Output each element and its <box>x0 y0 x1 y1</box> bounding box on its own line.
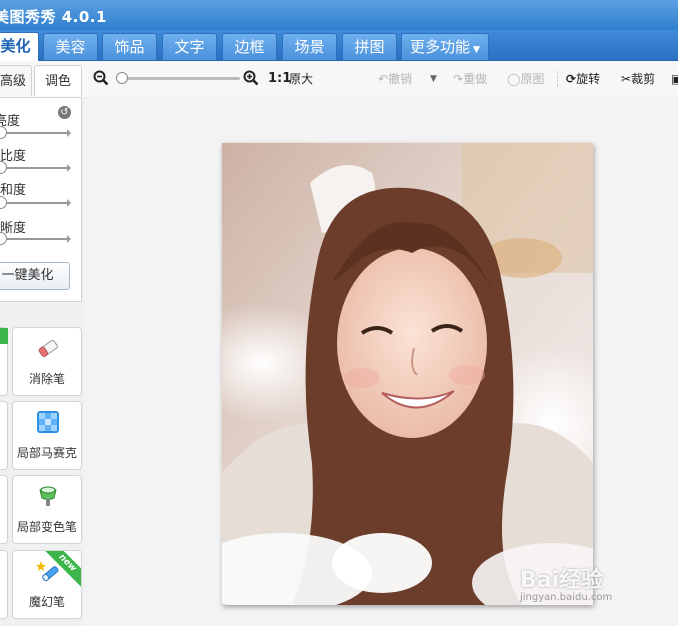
new-badge-partial <box>0 328 8 344</box>
zoom-out-icon[interactable] <box>93 70 109 88</box>
tool-partial-4[interactable] <box>0 550 8 619</box>
zoom-slider[interactable] <box>116 72 240 84</box>
original-size-label[interactable]: 原大 <box>289 70 313 88</box>
tool-eraser-pen[interactable]: 消除笔 <box>12 327 82 396</box>
undo-history-dropdown[interactable]: ▼ <box>430 70 437 88</box>
watermark-brand: Bai经验 <box>520 568 604 593</box>
watermark: Bai经验 jingyan.baidu.com <box>520 562 612 603</box>
redo-button[interactable]: ↷重做 <box>453 70 487 88</box>
original-image-button[interactable]: ◯原图 <box>507 70 544 88</box>
chevron-down-icon: ▼ <box>473 45 480 55</box>
rotate-icon: ⟳ <box>566 72 577 86</box>
subtab-color[interactable]: 调色 <box>34 65 82 96</box>
color-pen-icon <box>39 486 57 506</box>
undo-icon: ↶ <box>378 72 389 86</box>
watermark-url: jingyan.baidu.com <box>520 592 613 603</box>
portrait-photo-image <box>222 143 593 605</box>
tool-partial-2[interactable] <box>0 401 8 470</box>
subtab-advanced[interactable]: 高级 <box>0 65 32 96</box>
edited-photo[interactable] <box>222 143 593 605</box>
tool-label: 局部马赛克 <box>16 446 77 460</box>
toolbar-divider <box>557 71 559 87</box>
sharpness-slider[interactable] <box>0 232 71 245</box>
toolbar: 1:1 原大 ↶撤销 ▼ ↷重做 ◯原图 ⟳旋转 ✂裁剪 ▣ <box>0 61 678 97</box>
mosaic-icon <box>37 411 59 433</box>
zoom-slider-knob[interactable] <box>116 72 128 84</box>
tab-accessories[interactable]: 饰品 <box>102 33 157 60</box>
reset-icon[interactable]: ↺ <box>58 106 71 119</box>
original-image-icon: ◯ <box>507 72 521 86</box>
redo-icon: ↷ <box>453 72 464 86</box>
tab-scene[interactable]: 场景 <box>282 33 337 60</box>
tab-collage[interactable]: 拼图 <box>342 33 397 60</box>
rotate-button[interactable]: ⟳旋转 <box>566 70 600 88</box>
eraser-icon <box>38 339 58 357</box>
tool-partial-3[interactable] <box>0 475 8 544</box>
one-key-beautify-button[interactable]: 一键美化 <box>0 262 70 290</box>
tab-face[interactable]: 美容 <box>43 33 98 60</box>
tab-more-functions[interactable]: 更多功能 ▼ <box>401 33 489 60</box>
saturation-slider[interactable] <box>0 196 71 209</box>
tool-local-color-pen[interactable]: 局部变色笔 <box>12 475 82 544</box>
tool-label: 消除笔 <box>28 372 65 386</box>
scissors-icon: ✂ <box>621 72 632 86</box>
more-tools-icon[interactable]: ▣ <box>671 70 678 88</box>
tool-label: 魔幻笔 <box>28 595 65 609</box>
adjust-panel: 高级 调色 ↺ 亮度 对比度 饱和度 清晰度 一键美化 <box>0 65 82 302</box>
tool-partial-1[interactable] <box>0 327 8 396</box>
saturation-label: 饱和度 <box>0 183 27 198</box>
title-bar: 美图秀秀 4.0.1 <box>0 0 678 30</box>
crop-button[interactable]: ✂裁剪 <box>621 70 655 88</box>
zoom-in-icon[interactable] <box>243 70 259 88</box>
chevron-down-icon: ▼ <box>430 74 437 84</box>
actual-size-button[interactable]: 1:1 <box>268 70 291 88</box>
undo-button[interactable]: ↶撤销 <box>378 70 412 88</box>
app-title: 美图秀秀 4.0.1 <box>0 8 107 26</box>
brightness-slider[interactable] <box>0 126 71 139</box>
tool-label: 局部变色笔 <box>16 520 77 534</box>
main-tab-bar: 美化 美容 饰品 文字 边框 场景 拼图 更多功能 ▼ <box>0 30 678 61</box>
tab-text[interactable]: 文字 <box>162 33 217 60</box>
tool-magic-pen[interactable]: new 魔幻笔 <box>12 550 82 619</box>
tool-local-mosaic[interactable]: 局部马赛克 <box>12 401 82 470</box>
contrast-slider[interactable] <box>0 161 71 174</box>
tab-beautify[interactable]: 美化 <box>0 32 39 61</box>
tab-border[interactable]: 边框 <box>222 33 277 60</box>
